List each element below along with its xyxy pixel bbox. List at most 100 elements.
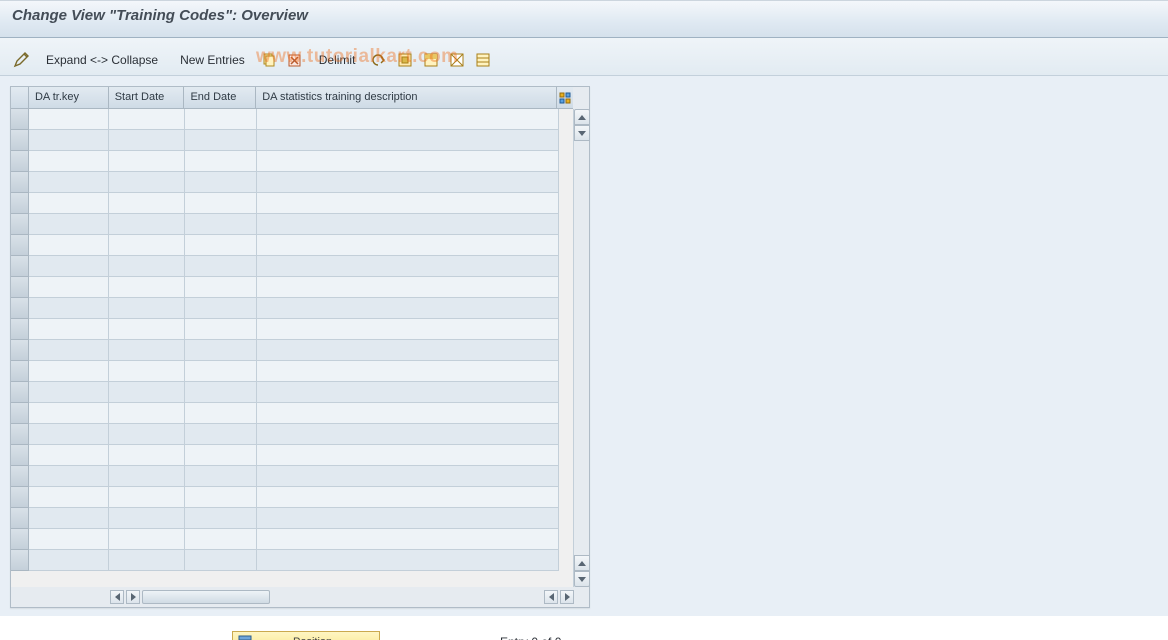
- row-selector[interactable]: [11, 529, 29, 550]
- scroll-thumb[interactable]: [142, 590, 270, 604]
- cell-col4[interactable]: [257, 487, 559, 508]
- cell-col4[interactable]: [257, 151, 559, 172]
- row-selector[interactable]: [11, 277, 29, 298]
- cell-col4[interactable]: [257, 130, 559, 151]
- cell-col2[interactable]: [109, 256, 185, 277]
- row-selector[interactable]: [11, 214, 29, 235]
- table-settings-icon[interactable]: [557, 87, 573, 109]
- cell-col1[interactable]: [29, 466, 109, 487]
- cell-col4[interactable]: [257, 172, 559, 193]
- new-entries-button[interactable]: New Entries: [172, 51, 253, 69]
- scroll-left-button[interactable]: [110, 590, 124, 604]
- expand-collapse-button[interactable]: Expand <-> Collapse: [38, 51, 166, 69]
- cell-col1[interactable]: [29, 151, 109, 172]
- scroll-right-step-button[interactable]: [126, 590, 140, 604]
- cell-col2[interactable]: [109, 235, 185, 256]
- cell-col4[interactable]: [257, 361, 559, 382]
- select-all-handle[interactable]: [11, 87, 29, 109]
- cell-col4[interactable]: [257, 403, 559, 424]
- cell-col4[interactable]: [257, 319, 559, 340]
- row-selector[interactable]: [11, 235, 29, 256]
- row-selector[interactable]: [11, 109, 29, 130]
- cell-col3[interactable]: [185, 424, 257, 445]
- cell-col2[interactable]: [109, 466, 185, 487]
- cell-col1[interactable]: [29, 487, 109, 508]
- scroll-up-button[interactable]: [574, 109, 590, 125]
- cell-col2[interactable]: [109, 529, 185, 550]
- scroll-down-step-button[interactable]: [574, 125, 590, 141]
- row-selector[interactable]: [11, 319, 29, 340]
- cell-col3[interactable]: [185, 382, 257, 403]
- row-selector[interactable]: [11, 424, 29, 445]
- cell-col3[interactable]: [185, 487, 257, 508]
- scroll-left-step-button[interactable]: [544, 590, 558, 604]
- row-selector[interactable]: [11, 508, 29, 529]
- cell-col4[interactable]: [257, 382, 559, 403]
- cell-col2[interactable]: [109, 214, 185, 235]
- cell-col3[interactable]: [185, 319, 257, 340]
- row-selector[interactable]: [11, 445, 29, 466]
- cell-col3[interactable]: [185, 151, 257, 172]
- cell-col2[interactable]: [109, 298, 185, 319]
- cell-col1[interactable]: [29, 130, 109, 151]
- column-header-start-date[interactable]: Start Date: [109, 87, 185, 109]
- cell-col1[interactable]: [29, 529, 109, 550]
- cell-col3[interactable]: [185, 508, 257, 529]
- cell-col1[interactable]: [29, 172, 109, 193]
- cell-col1[interactable]: [29, 445, 109, 466]
- cell-col1[interactable]: [29, 214, 109, 235]
- row-selector[interactable]: [11, 256, 29, 277]
- row-selector[interactable]: [11, 550, 29, 571]
- horizontal-scrollbar[interactable]: [11, 587, 589, 607]
- cell-col4[interactable]: [257, 445, 559, 466]
- cell-col2[interactable]: [109, 130, 185, 151]
- cell-col3[interactable]: [185, 529, 257, 550]
- cell-col4[interactable]: [257, 298, 559, 319]
- cell-col2[interactable]: [109, 508, 185, 529]
- hscroll-track[interactable]: [271, 590, 543, 604]
- column-header-da-tr-key[interactable]: DA tr.key: [29, 87, 109, 109]
- scroll-track[interactable]: [574, 141, 589, 555]
- delete-icon[interactable]: [285, 50, 305, 70]
- cell-col1[interactable]: [29, 382, 109, 403]
- row-selector[interactable]: [11, 466, 29, 487]
- cell-col1[interactable]: [29, 298, 109, 319]
- deselect-all-icon[interactable]: [447, 50, 467, 70]
- cell-col2[interactable]: [109, 445, 185, 466]
- vertical-scrollbar[interactable]: [573, 109, 589, 587]
- position-button[interactable]: Position...: [232, 631, 380, 640]
- cell-col1[interactable]: [29, 403, 109, 424]
- row-selector[interactable]: [11, 130, 29, 151]
- row-selector[interactable]: [11, 172, 29, 193]
- cell-col1[interactable]: [29, 319, 109, 340]
- cell-col3[interactable]: [185, 193, 257, 214]
- cell-col2[interactable]: [109, 487, 185, 508]
- cell-col2[interactable]: [109, 277, 185, 298]
- row-selector[interactable]: [11, 382, 29, 403]
- column-header-description[interactable]: DA statistics training description: [256, 87, 557, 109]
- cell-col2[interactable]: [109, 151, 185, 172]
- cell-col4[interactable]: [257, 193, 559, 214]
- cell-col2[interactable]: [109, 424, 185, 445]
- cell-col1[interactable]: [29, 550, 109, 571]
- row-selector[interactable]: [11, 361, 29, 382]
- cell-col1[interactable]: [29, 508, 109, 529]
- row-selector[interactable]: [11, 487, 29, 508]
- row-selector[interactable]: [11, 151, 29, 172]
- column-header-end-date[interactable]: End Date: [184, 87, 256, 109]
- cell-col3[interactable]: [185, 361, 257, 382]
- cell-col4[interactable]: [257, 214, 559, 235]
- scroll-right-button[interactable]: [560, 590, 574, 604]
- cell-col2[interactable]: [109, 109, 185, 130]
- cell-col1[interactable]: [29, 235, 109, 256]
- cell-col1[interactable]: [29, 340, 109, 361]
- edit-pencil-icon[interactable]: [12, 50, 32, 70]
- select-block-icon[interactable]: [421, 50, 441, 70]
- cell-col2[interactable]: [109, 550, 185, 571]
- cell-col3[interactable]: [185, 445, 257, 466]
- row-selector[interactable]: [11, 403, 29, 424]
- cell-col4[interactable]: [257, 529, 559, 550]
- cell-col3[interactable]: [185, 256, 257, 277]
- cell-col3[interactable]: [185, 235, 257, 256]
- row-selector[interactable]: [11, 298, 29, 319]
